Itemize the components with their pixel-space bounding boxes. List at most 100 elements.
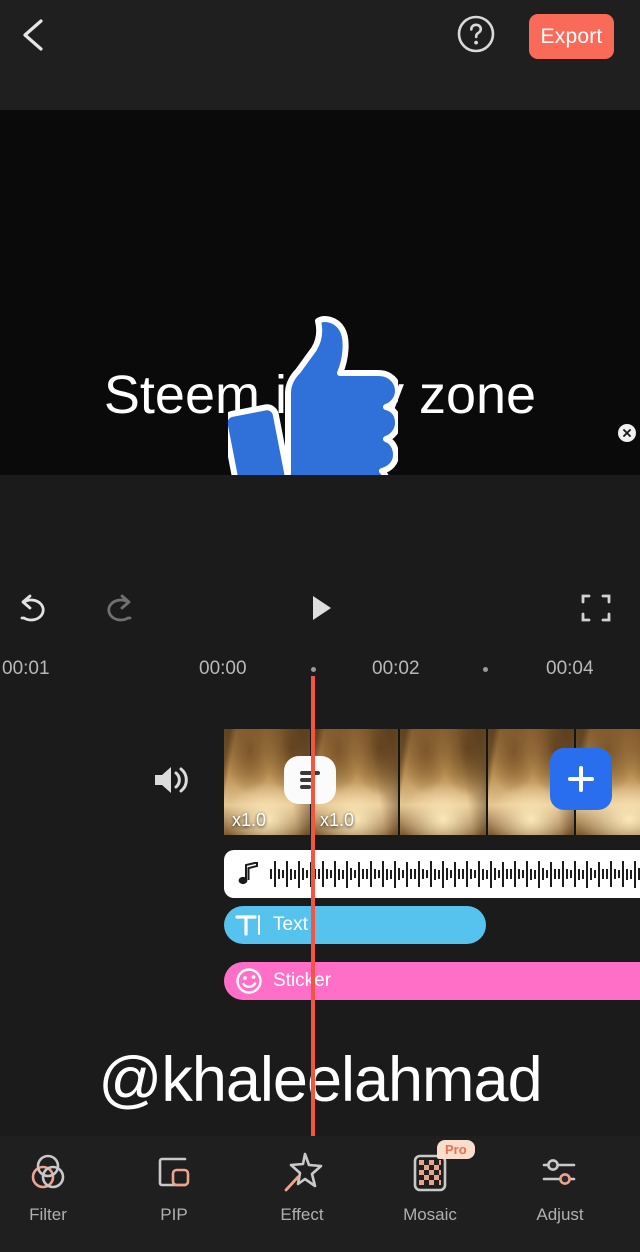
waveform-bar <box>498 870 500 878</box>
waveform-bar <box>382 861 384 887</box>
waveform-bar <box>614 869 616 879</box>
waveform-bar <box>378 870 380 878</box>
waveform-bar <box>626 868 628 880</box>
waveform-bar <box>610 861 612 887</box>
clip-volume-button[interactable] <box>148 760 192 800</box>
thumbs-up-sticker <box>228 316 398 475</box>
play-button[interactable] <box>292 580 348 636</box>
waveform-bar <box>542 868 544 880</box>
toolbar-item-filter[interactable]: Filter <box>0 1148 112 1244</box>
waveform-bar <box>554 869 556 879</box>
waveform-bar <box>482 868 484 880</box>
waveform-bar <box>402 870 404 878</box>
waveform-bar <box>334 861 336 887</box>
ruler-label-current: 00:01 <box>2 658 50 679</box>
waveform-bar <box>618 870 620 878</box>
waveform-bar <box>306 870 308 878</box>
waveform-bar <box>270 869 272 879</box>
transition-button[interactable] <box>284 756 336 804</box>
undo-button[interactable] <box>4 580 60 636</box>
audio-track[interactable] <box>224 850 640 898</box>
toolbar-label-adjust: Adjust <box>536 1205 584 1224</box>
waveform-bar <box>462 869 464 879</box>
waveform-bar <box>282 870 284 878</box>
toolbar-item-mosaic[interactable]: Pro Mosaic <box>366 1140 494 1244</box>
waveform-bar <box>458 869 460 879</box>
waveform-bar <box>358 861 360 887</box>
timeline-ruler[interactable]: 00:01 00:00 00:02 00:04 <box>0 646 640 692</box>
undo-icon <box>20 594 45 622</box>
fullscreen-icon <box>581 594 611 622</box>
waveform-bar <box>550 861 552 887</box>
waveform-bar <box>342 869 344 879</box>
toolbar-label-mosaic: Mosaic <box>403 1205 457 1224</box>
audio-waveform <box>270 850 640 898</box>
waveform-bar <box>366 869 368 879</box>
text-track[interactable]: Text <box>224 906 486 944</box>
waveform-bar <box>514 861 516 887</box>
mosaic-icon: Pro <box>407 1140 475 1196</box>
waveform-bar <box>410 869 412 879</box>
waveform-bar <box>534 869 536 879</box>
waveform-bar <box>294 869 296 879</box>
waveform-bar <box>442 860 444 888</box>
sticker-track[interactable]: Sticker <box>224 962 640 1000</box>
waveform-bar <box>466 861 468 887</box>
waveform-bar <box>594 870 596 878</box>
toolbar-item-adjust[interactable]: Adjust <box>496 1148 624 1244</box>
close-icon <box>623 429 631 437</box>
text-track-label: Text <box>273 914 308 935</box>
waveform-bar <box>470 869 472 879</box>
ruler-tick-dot-2 <box>483 667 488 672</box>
waveform-bar <box>566 869 568 879</box>
waveform-bar <box>582 869 584 879</box>
waveform-bar <box>506 869 508 879</box>
waveform-bar <box>598 861 600 887</box>
waveform-bar <box>490 860 492 888</box>
toolbar-label-filter: Filter <box>29 1205 67 1224</box>
waveform-bar <box>522 870 524 878</box>
waveform-bar <box>286 861 288 887</box>
top-bar: Export <box>0 0 640 110</box>
waveform-bar <box>274 861 276 887</box>
video-preview[interactable]: Steem in my zone Wondershare FilmoraGo <box>0 110 640 475</box>
toolbar-item-effect[interactable]: Effect <box>238 1148 366 1244</box>
waveform-bar <box>546 870 548 878</box>
video-clip[interactable] <box>400 729 488 835</box>
speaker-icon <box>155 767 188 793</box>
waveform-bar <box>558 869 560 879</box>
waveform-bar <box>494 868 496 880</box>
waveform-bar <box>350 868 352 880</box>
waveform-bar <box>486 869 488 879</box>
export-button[interactable]: Export <box>529 14 614 59</box>
ruler-label-4: 00:04 <box>546 658 594 679</box>
waveform-bar <box>518 869 520 879</box>
waveform-bar <box>426 870 428 878</box>
plus-icon <box>568 766 594 792</box>
waveform-bar <box>406 861 408 887</box>
effect-icon <box>278 1148 326 1196</box>
fullscreen-button[interactable] <box>568 580 624 636</box>
help-circle-icon <box>457 15 495 53</box>
help-button[interactable] <box>452 10 500 58</box>
timeline[interactable]: 00:01 00:00 00:02 00:04 x1.0 x1.0 Text S… <box>0 646 640 1136</box>
ruler-label-0: 00:00 <box>199 658 247 679</box>
waveform-bar <box>634 860 636 888</box>
export-label: Export <box>540 24 603 48</box>
bottom-toolbar: Filter PIP Effect Pro Mosaic Adjust <box>0 1136 640 1252</box>
watermark-close-button[interactable] <box>618 424 636 442</box>
overlay-username-text: @khaleelahmad <box>0 1026 640 1134</box>
redo-button[interactable] <box>92 580 148 636</box>
waveform-bar <box>630 869 632 879</box>
toolbar-item-pip[interactable]: PIP <box>110 1148 238 1244</box>
toolbar-label-effect: Effect <box>280 1205 324 1224</box>
adjust-icon <box>536 1148 584 1196</box>
ruler-tick-dot-1 <box>311 667 316 672</box>
waveform-bar <box>330 870 332 878</box>
playhead[interactable] <box>311 676 315 1136</box>
waveform-bar <box>530 868 532 880</box>
add-clip-button[interactable] <box>550 748 612 810</box>
clip-speed-badge: x1.0 <box>320 810 355 830</box>
waveform-bar <box>390 869 392 879</box>
back-button[interactable] <box>6 8 60 62</box>
